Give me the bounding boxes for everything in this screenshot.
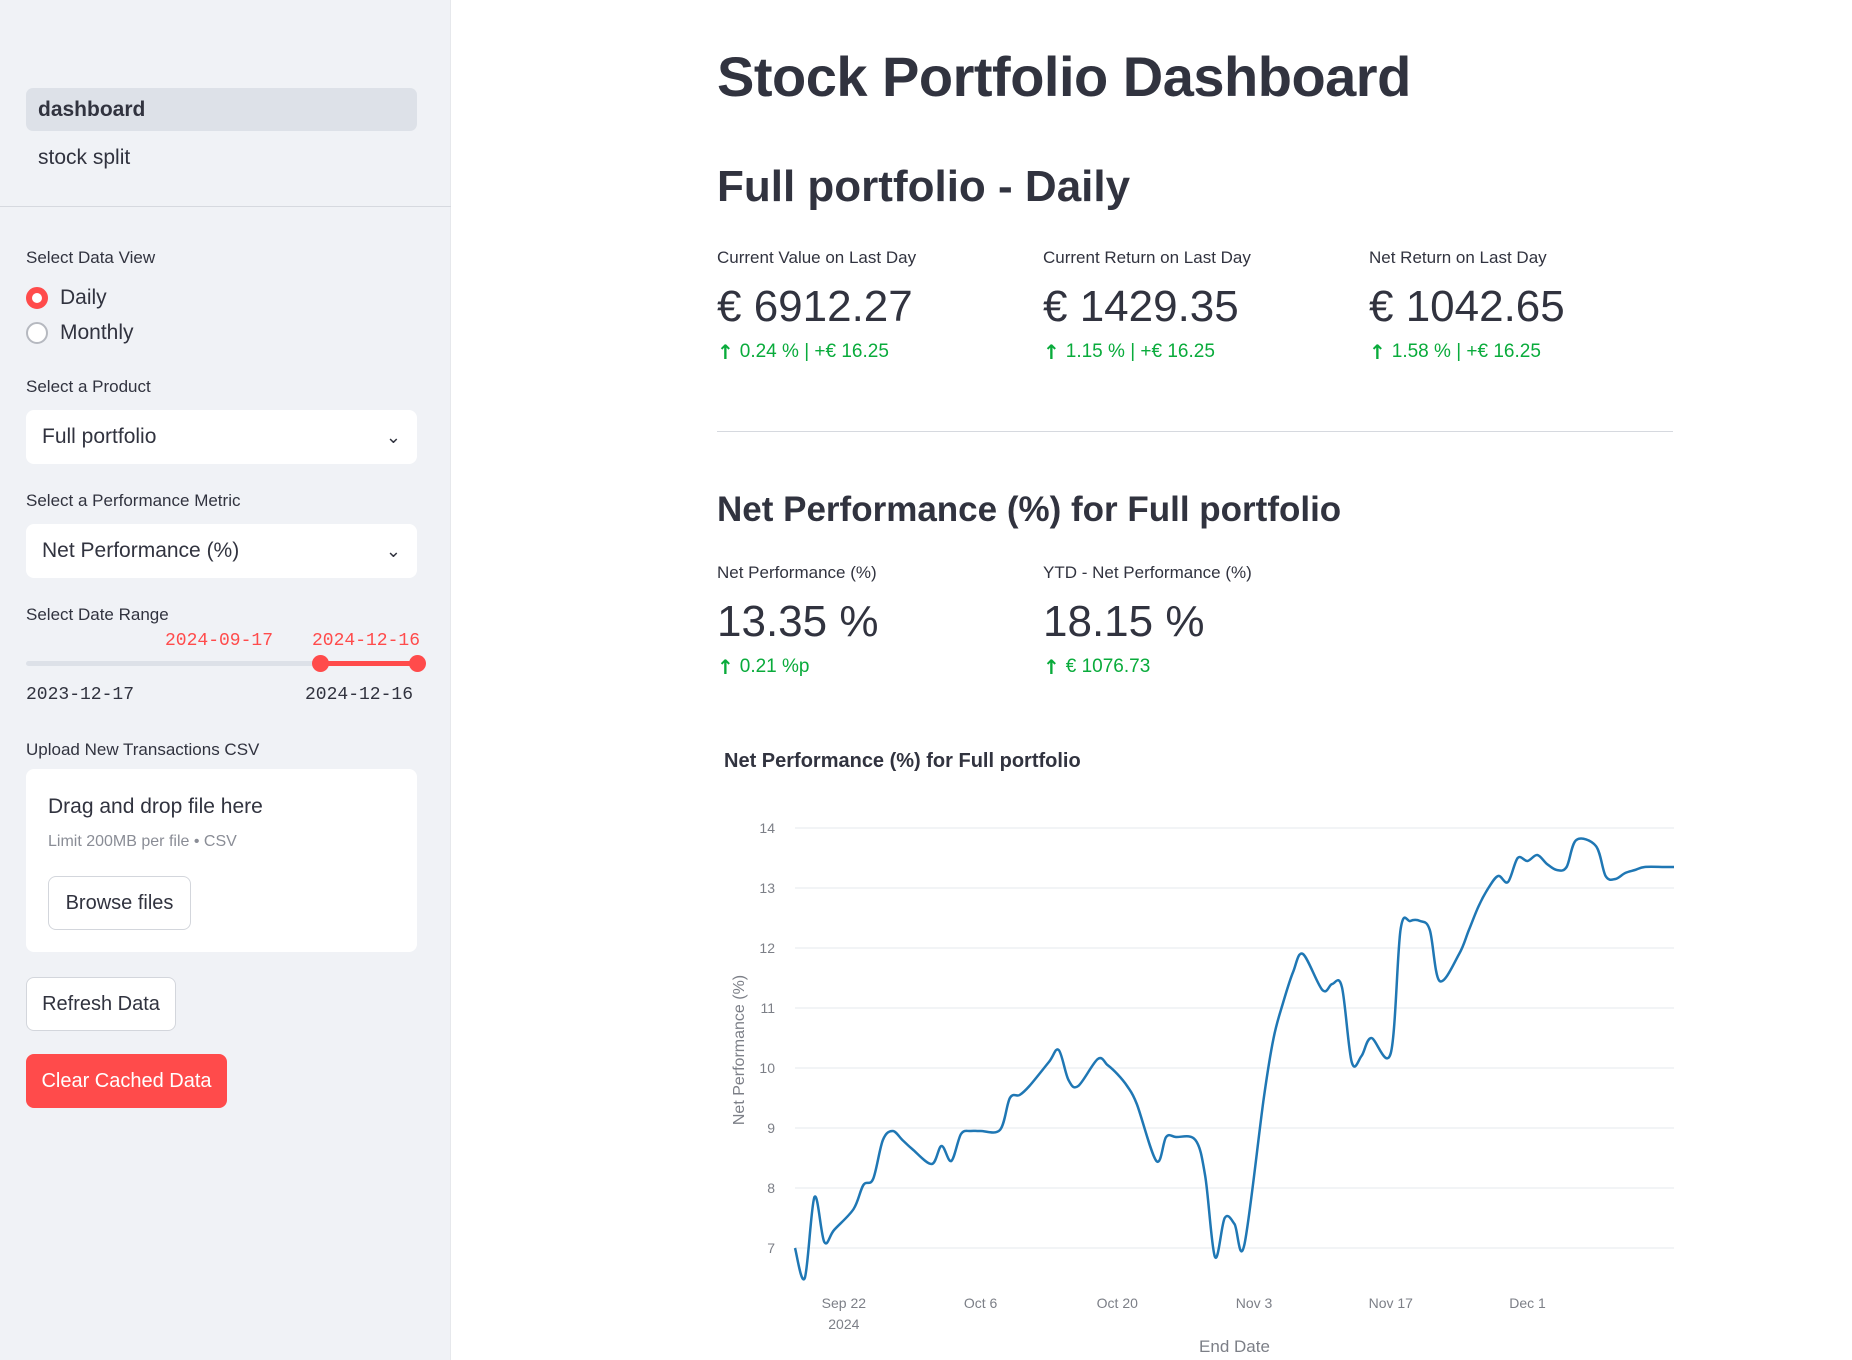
- y-tick-label: 10: [759, 1060, 775, 1076]
- product-select-value: Full portfolio: [42, 425, 157, 448]
- chevron-down-icon: ⌄: [385, 426, 401, 448]
- sidebar: dashboard stock split Select Data View D…: [0, 0, 451, 1360]
- data-view-label: Select Data View: [26, 248, 156, 267]
- radio-daily[interactable]: Daily: [26, 283, 107, 313]
- y-axis-label: Net Performance (%): [731, 975, 748, 1125]
- refresh-data-button[interactable]: Refresh Data: [26, 977, 176, 1031]
- radio-monthly[interactable]: Monthly: [26, 318, 134, 348]
- upload-label: Upload New Transactions CSV: [26, 740, 260, 759]
- chevron-down-icon: ⌄: [385, 540, 401, 562]
- nav-divider: [0, 206, 451, 207]
- y-tick-label: 12: [759, 940, 775, 956]
- slider-max-label: 2024-12-16: [305, 685, 414, 705]
- nav-item-stock-split[interactable]: stock split: [26, 136, 417, 179]
- file-dropzone[interactable]: Drag and drop file here Limit 200MB per …: [26, 769, 417, 952]
- x-tick-label: Nov 3: [1236, 1295, 1273, 1311]
- date-slider-fill: [320, 661, 417, 666]
- date-range-label: Select Date Range: [26, 605, 169, 624]
- y-tick-label: 9: [767, 1120, 775, 1136]
- y-tick-label: 14: [759, 820, 775, 836]
- performance-line-chart[interactable]: 7 8 9 10 11 12 13 14 Sep 22 2024 Oct 6 Oct 20 Nov 3 N…: [451, 0, 1852, 1360]
- nav-item-dashboard[interactable]: dashboard: [26, 88, 417, 131]
- dropzone-text: Drag and drop file here: [48, 795, 263, 818]
- slider-start-value: 2024-09-17: [165, 631, 274, 651]
- browse-files-button[interactable]: Browse files: [48, 876, 191, 930]
- x-tick-label: Oct 20: [1097, 1295, 1138, 1311]
- x-axis-label: End Date: [1199, 1337, 1270, 1356]
- product-select[interactable]: Full portfolio ⌄: [26, 410, 417, 464]
- sidebar-nav: dashboard stock split: [26, 88, 417, 184]
- x-tick-label: Nov 17: [1369, 1295, 1414, 1311]
- series-line-net-performance: [793, 837, 1674, 1281]
- metric-label: Select a Performance Metric: [26, 491, 241, 510]
- slider-start-handle[interactable]: [312, 655, 329, 672]
- x-tick-sublabel: 2024: [828, 1316, 859, 1332]
- product-label: Select a Product: [26, 377, 151, 396]
- y-tick-label: 7: [767, 1240, 775, 1256]
- slider-end-handle[interactable]: [409, 655, 426, 672]
- slider-end-value: 2024-12-16: [312, 631, 421, 651]
- y-tick-label: 8: [767, 1180, 775, 1196]
- dropzone-limit-text: Limit 200MB per file • CSV: [48, 833, 237, 850]
- clear-cache-button[interactable]: Clear Cached Data: [26, 1054, 227, 1108]
- slider-min-label: 2023-12-17: [26, 685, 135, 705]
- radio-unselected-icon: [26, 322, 48, 344]
- radio-selected-icon: [26, 287, 48, 309]
- radio-daily-label: Daily: [60, 286, 107, 309]
- y-tick-label: 13: [759, 880, 775, 896]
- y-tick-label: 11: [760, 1000, 775, 1016]
- x-tick-label: Sep 22: [822, 1295, 867, 1311]
- x-tick-label: Oct 6: [964, 1295, 998, 1311]
- metric-select-value: Net Performance (%): [42, 539, 240, 562]
- radio-monthly-label: Monthly: [60, 321, 134, 344]
- x-tick-label: Dec 1: [1509, 1295, 1546, 1311]
- main-content: Stock Portfolio Dashboard Full portfolio…: [451, 0, 1852, 1360]
- metric-select[interactable]: Net Performance (%) ⌄: [26, 524, 417, 578]
